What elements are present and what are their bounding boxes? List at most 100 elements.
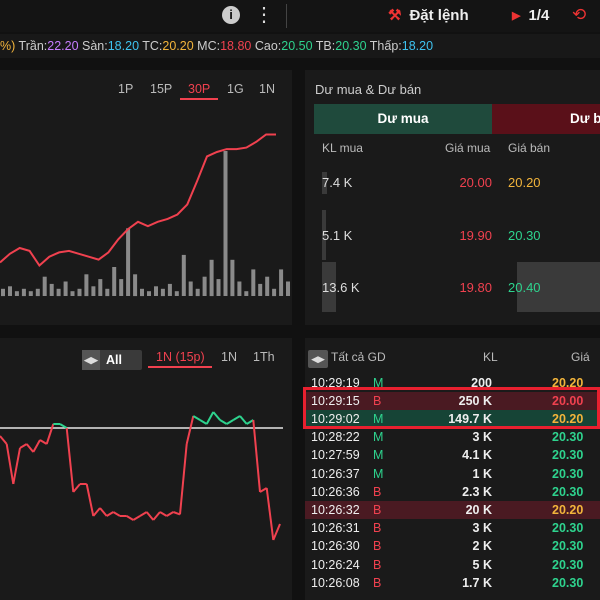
trade-time: 10:26:36	[311, 485, 360, 499]
volume-bar	[154, 286, 158, 296]
flow-line-segment	[239, 415, 248, 425]
trade-row[interactable]: 10:27:59 M 4.1 K 20.30	[305, 446, 600, 464]
sell-price: 20.40	[508, 280, 541, 295]
volume-bar	[195, 288, 200, 297]
trade-price: 20.20	[552, 503, 584, 517]
pager-label: 1/4	[528, 6, 550, 24]
info-icon[interactable]: i	[222, 6, 240, 24]
volume-bar	[1, 288, 5, 297]
chevron-right-icon[interactable]: ▶	[512, 9, 520, 22]
tab-buy-orders[interactable]: Dư mua	[314, 104, 492, 134]
trade-price: 20.30	[552, 448, 584, 462]
reference-value: 20.20	[162, 39, 194, 53]
trade-price: 20.30	[552, 485, 584, 499]
trade-side: B	[373, 503, 382, 517]
match-label: MC:	[197, 39, 221, 53]
flow-line-segment	[252, 419, 261, 493]
flow-line-segment	[145, 511, 155, 521]
low-value: 18.20	[401, 39, 434, 53]
trade-time: 10:29:19	[311, 376, 360, 390]
flow-line-segment	[226, 419, 234, 425]
trade-time: 10:26:31	[311, 521, 360, 535]
trade-price: 20.30	[552, 521, 584, 535]
order-book-row[interactable]: 7.4 K 20.00 20.20	[305, 173, 600, 193]
trade-side: M	[373, 376, 384, 390]
trade-filter-label[interactable]: Tất cả GD	[331, 350, 386, 364]
tab-sell-orders[interactable]: Dư bán	[492, 104, 600, 134]
trade-row[interactable]: 10:26:31 B 3 K 20.30	[305, 519, 600, 537]
trade-row[interactable]: 10:29:19 M 200 20.20	[305, 374, 600, 392]
average-value: 20.30	[335, 39, 367, 53]
volume-bar	[216, 279, 221, 296]
trade-row[interactable]: 10:26:24 B 5 K 20.30	[305, 556, 600, 574]
trade-price: 20.30	[552, 539, 584, 553]
trade-row[interactable]: 10:26:08 B 1.7 K 20.30	[305, 574, 600, 592]
flow-line-segment	[199, 419, 208, 425]
flow-line-segment	[152, 511, 161, 521]
trade-volume: 20 K	[465, 503, 492, 517]
volume-bar	[140, 288, 144, 297]
buy-volume: 5.1 K	[322, 228, 353, 243]
trade-time: 10:29:15	[311, 394, 360, 408]
trade-volume: 200	[471, 376, 492, 390]
volume-bar	[84, 274, 89, 297]
share-icon[interactable]: ⟲	[572, 4, 586, 26]
change-percent-tail: %)	[0, 39, 16, 53]
trade-time: 10:26:30	[311, 539, 360, 553]
trade-row[interactable]: 10:26:37 M 1 K 20.30	[305, 465, 600, 483]
sell-price: 20.30	[508, 228, 541, 243]
volume-bar	[160, 288, 165, 297]
trade-volume: 1 K	[472, 467, 492, 481]
flow-line-segment	[39, 439, 48, 445]
flow-line-segment	[166, 511, 174, 517]
flow-line-segment	[172, 511, 181, 516]
flow-line-segment	[112, 511, 121, 517]
trade-price: 20.30	[552, 558, 584, 572]
floor-value: 18.20	[107, 39, 140, 53]
trade-side: B	[373, 558, 382, 572]
trade-time: 10:26:37	[311, 467, 360, 481]
flow-line-segment	[32, 439, 41, 453]
money-flow-chart[interactable]	[0, 338, 292, 600]
buy-price: 19.90	[459, 228, 492, 243]
price-line	[0, 133, 276, 268]
volume-bar	[8, 286, 12, 296]
trade-row[interactable]: 10:29:02 M 149.7 K 20.20	[305, 410, 600, 428]
more-vertical-icon[interactable]: ⋮	[254, 4, 274, 26]
volume-bar	[56, 288, 61, 297]
trade-row[interactable]: 10:28:22 M 3 K 20.30	[305, 428, 600, 446]
volume-bar	[258, 283, 263, 296]
flow-line-segment	[65, 427, 75, 493]
trade-row[interactable]: 10:26:36 B 2.3 K 20.30	[305, 483, 600, 501]
trade-row[interactable]: 10:29:15 B 250 K 20.00	[305, 392, 600, 410]
flow-line-segment	[25, 443, 35, 453]
order-book-row[interactable]: 5.1 K 19.90 20.30	[305, 226, 600, 246]
volume-bar	[91, 286, 96, 296]
ceiling-value: 22.20	[47, 39, 79, 53]
trade-price: 20.00	[552, 394, 584, 408]
flow-line-segment	[259, 487, 268, 493]
trade-row[interactable]: 10:26:30 B 2 K 20.30	[305, 537, 600, 555]
order-book-row[interactable]: 13.6 K 19.80 20.40	[305, 278, 600, 298]
flow-line-segment	[19, 443, 28, 449]
trade-row[interactable]: 10:26:32 B 20 K 20.20	[305, 501, 600, 519]
volume-bar	[126, 228, 131, 296]
toolbar-divider	[286, 4, 287, 28]
flow-line-segment	[0, 435, 8, 445]
volume-bar	[98, 279, 103, 296]
volume-bar	[133, 274, 138, 297]
reference-label: TC:	[142, 39, 163, 53]
swap-arrows-icon[interactable]: ◀▶	[308, 350, 328, 368]
flow-line-segment	[265, 487, 275, 541]
flow-line-segment	[126, 515, 134, 521]
flow-line-segment	[272, 523, 281, 541]
pager[interactable]: ▶ 1/4	[512, 4, 549, 26]
trade-side: B	[373, 394, 382, 408]
volume-bar	[112, 267, 117, 296]
flow-chart-panel: ◀▶ All 1N (15p) 1N 1Th	[0, 338, 292, 600]
place-order-button[interactable]: ⚒ Đặt lệnh	[388, 4, 469, 26]
trade-time: 10:29:02	[311, 412, 360, 426]
intraday-chart-panel: 1P 15P 30P 1G 1N	[0, 70, 292, 325]
flow-line-segment	[92, 507, 101, 517]
intraday-price-chart[interactable]	[0, 70, 292, 325]
